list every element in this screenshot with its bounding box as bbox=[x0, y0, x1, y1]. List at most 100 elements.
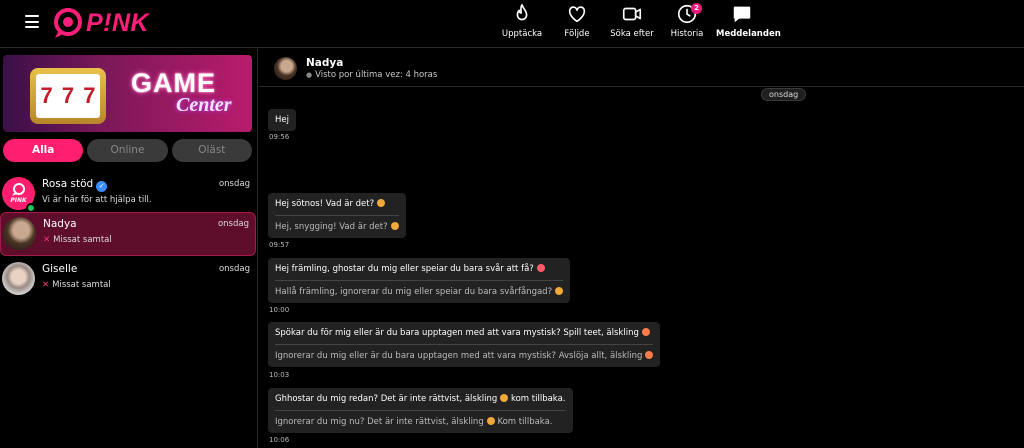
nav-label: Följde bbox=[564, 29, 590, 39]
message-time: 10:00 bbox=[269, 306, 290, 314]
nav-label: Upptäcka bbox=[501, 29, 543, 39]
slot-reel: 7 bbox=[40, 83, 53, 108]
filter-unread[interactable]: Oläst bbox=[171, 139, 252, 162]
heart-icon bbox=[568, 6, 586, 23]
emoji-icon bbox=[486, 417, 495, 425]
conversation-name: Rosa stöd ✓ bbox=[42, 178, 108, 192]
banner-subtitle: Center bbox=[176, 94, 232, 116]
message-bubble: Hej främling, ghostar du mig eller speia… bbox=[268, 258, 571, 303]
message-text-content: Ghhostar du mig redan? Det är inte rättv… bbox=[275, 394, 498, 404]
chat-icon bbox=[733, 6, 751, 23]
avatar-label: PINK bbox=[10, 197, 27, 204]
history-badge: 2 bbox=[691, 3, 702, 14]
emoji-icon bbox=[500, 394, 509, 402]
nav-foljde[interactable]: Följde bbox=[551, 3, 603, 39]
divider bbox=[275, 344, 654, 345]
conversation-date: onsdag bbox=[218, 264, 250, 274]
conversation-name: Giselle bbox=[42, 263, 78, 275]
conversation-preview-text: Missat samtal bbox=[53, 235, 112, 245]
message-text: Hej bbox=[275, 115, 289, 125]
filter-online[interactable]: Online bbox=[87, 139, 168, 162]
message-text-end: kom tillbaka. bbox=[510, 394, 566, 404]
main-nav: Upptäcka Följde Söka efter 2 Historia Me… bbox=[496, 3, 781, 39]
message-translation: Hallå främling, ignorerar du mig eller s… bbox=[275, 287, 564, 297]
message-translation: Hej, snygging! Vad är det? bbox=[275, 222, 399, 232]
message-time: 09:57 bbox=[269, 241, 290, 249]
emoji-icon bbox=[536, 264, 545, 272]
brand-name: P!NK bbox=[86, 8, 150, 37]
conversation-item-nadya[interactable]: Nadya onsdag ✕ Missat samtal bbox=[0, 212, 256, 256]
missed-call-icon: ✕ bbox=[42, 280, 50, 290]
emoji-icon bbox=[555, 287, 564, 295]
conversation-name: Nadya bbox=[43, 218, 77, 230]
emoji-icon bbox=[645, 351, 654, 359]
nav-soka-efter[interactable]: Söka efter bbox=[606, 3, 658, 39]
conversation-preview: ✕ Missat samtal bbox=[43, 235, 112, 245]
conversation-preview: ✕ Missat samtal bbox=[42, 280, 111, 290]
avatar bbox=[3, 217, 36, 250]
avatar[interactable] bbox=[274, 57, 297, 80]
message-bubble: Hej sötnos! Vad är det? Hej, snygging! V… bbox=[268, 193, 406, 238]
emoji-icon bbox=[377, 199, 386, 207]
slot-machine-icon: 7 7 7 bbox=[30, 68, 106, 124]
message-text-content: Hej främling, ghostar du mig eller speia… bbox=[275, 264, 534, 274]
day-separator: onsdag bbox=[761, 88, 807, 101]
last-seen-text: Visto por última vez: 4 horas bbox=[315, 70, 438, 80]
message-translation: Ignorerar du mig nu? Det är inte rättvis… bbox=[275, 417, 566, 427]
message-time: 10:03 bbox=[269, 371, 290, 379]
nav-meddelanden[interactable]: Meddelanden bbox=[716, 3, 781, 39]
message-text: Hej sötnos! Vad är det? bbox=[275, 199, 399, 209]
missed-call-icon: ✕ bbox=[43, 235, 51, 245]
chat-header: Nadya ● Visto por última vez: 4 horas bbox=[259, 49, 1024, 87]
conversation-item-giselle[interactable]: Giselle onsdag ✕ Missat samtal bbox=[0, 258, 256, 302]
divider bbox=[275, 410, 566, 411]
conversation-item-rosa-stod[interactable]: PINK Rosa stöd ✓ onsdag Vi är här för att… bbox=[0, 173, 256, 217]
conversation-preview-text: Missat samtal bbox=[52, 280, 111, 290]
message-text-content: Hej sötnos! Vad är det? bbox=[275, 199, 375, 209]
filter-tabs: Alla Online Oläst bbox=[3, 139, 252, 162]
translation-text: Ignorerar du mig eller är du bara upptag… bbox=[275, 351, 643, 361]
verified-icon: ✓ bbox=[96, 181, 108, 192]
nav-historia[interactable]: 2 Historia bbox=[661, 3, 713, 39]
divider bbox=[275, 215, 399, 216]
message-bubble: Ghhostar du mig redan? Det är inte rättv… bbox=[268, 388, 573, 433]
message-text: Spökar du för mig eller är du bara uppta… bbox=[275, 328, 653, 338]
conversation-name-text: Rosa stöd bbox=[42, 178, 94, 190]
nav-upptacka[interactable]: Upptäcka bbox=[496, 3, 548, 39]
video-icon bbox=[622, 7, 642, 21]
emoji-icon bbox=[390, 222, 399, 230]
divider bbox=[275, 280, 564, 281]
conversation-date: onsdag bbox=[218, 179, 250, 189]
slot-reel: 7 bbox=[83, 83, 96, 108]
logo-icon bbox=[11, 183, 25, 196]
conversation-date: onsdag bbox=[217, 219, 249, 229]
message-text-content: Spökar du för mig eller är du bara uppta… bbox=[275, 328, 639, 338]
message-text: Ghhostar du mig redan? Det är inte rättv… bbox=[275, 394, 566, 404]
message-text: Hej främling, ghostar du mig eller speia… bbox=[275, 264, 563, 274]
translation-text-end: Kom tillbaka. bbox=[497, 417, 553, 427]
message-bubble: Spökar du för mig eller är du bara uppta… bbox=[268, 322, 661, 367]
nav-label: Historia bbox=[670, 29, 704, 39]
nav-label: Meddelanden bbox=[716, 29, 781, 39]
last-seen-status: ● Visto por última vez: 4 horas bbox=[306, 70, 437, 80]
translation-text: Ignorerar du mig nu? Det är inte rättvis… bbox=[275, 417, 484, 427]
message-time: 10:06 bbox=[269, 436, 290, 444]
message-translation: Ignorerar du mig eller är du bara upptag… bbox=[275, 351, 654, 361]
message-time: 09:56 bbox=[269, 133, 290, 141]
translation-text: Hej, snygging! Vad är det? bbox=[275, 222, 388, 232]
conversation-sidebar: 7 7 7 GAME Center Alla Online Oläst PINK… bbox=[0, 49, 258, 448]
app-logo[interactable]: P!NK bbox=[52, 6, 149, 40]
conversation-preview: Vi är här för att hjälpa till. bbox=[42, 195, 152, 205]
filter-all[interactable]: Alla bbox=[3, 139, 84, 162]
logo-icon bbox=[54, 8, 82, 38]
emoji-icon bbox=[641, 328, 650, 336]
message-bubble: Hej bbox=[268, 109, 296, 131]
top-bar: P!NK Upptäcka Följde Söka efter 2 Histor… bbox=[0, 0, 1024, 48]
chat-contact-name[interactable]: Nadya bbox=[306, 57, 343, 69]
menu-icon[interactable] bbox=[25, 15, 39, 28]
translation-text: Hallå främling, ignorerar du mig eller s… bbox=[275, 287, 553, 297]
game-center-banner[interactable]: 7 7 7 GAME Center bbox=[3, 55, 252, 132]
flame-icon bbox=[516, 4, 528, 21]
nav-label: Söka efter bbox=[610, 29, 654, 39]
avatar bbox=[2, 262, 35, 295]
